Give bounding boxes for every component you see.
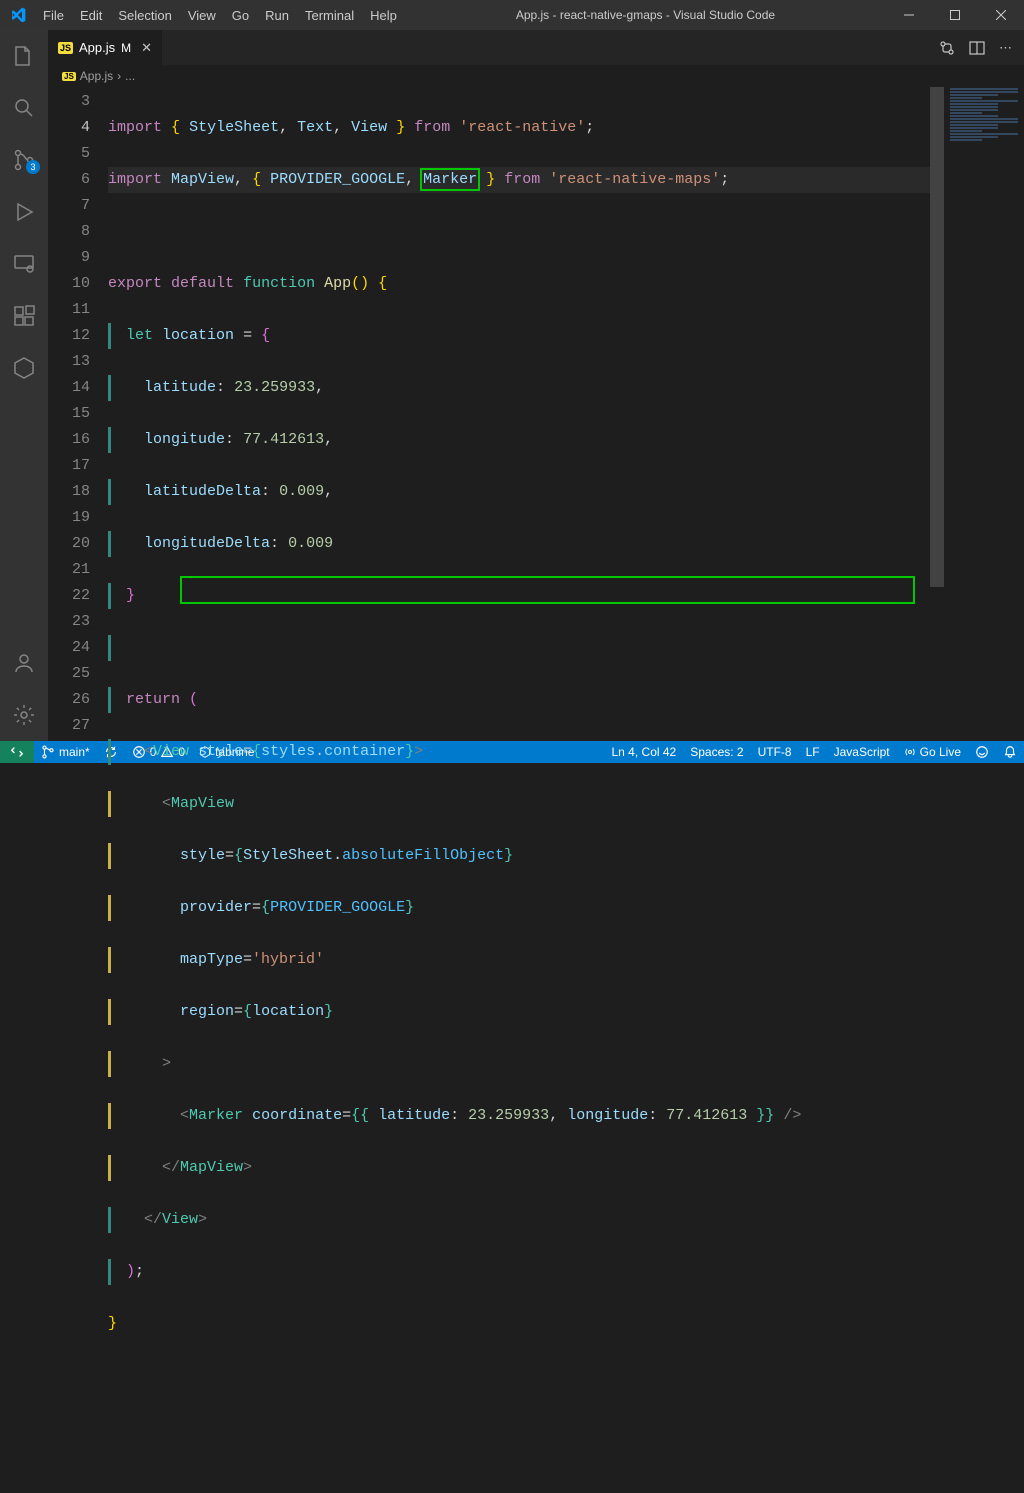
compare-changes-icon[interactable] [939, 40, 955, 56]
scm-badge: 3 [26, 160, 40, 174]
search-icon[interactable] [0, 88, 48, 128]
maximize-button[interactable] [932, 0, 978, 30]
menu-selection[interactable]: Selection [110, 0, 179, 30]
titlebar: File Edit Selection View Go Run Terminal… [0, 0, 1024, 30]
main-area: 3 JS App.js M ✕ ⋯ [0, 30, 1024, 741]
tab-close-button[interactable]: ✕ [141, 40, 152, 56]
window-controls [886, 0, 1024, 30]
line-number-gutter: 3 4 5 6 7 8 9 10 11 12 13 14 15 16 17 18… [48, 87, 108, 741]
tab-app-js[interactable]: JS App.js M ✕ [48, 30, 163, 65]
close-button[interactable] [978, 0, 1024, 30]
explorer-icon[interactable] [0, 36, 48, 76]
notifications-icon[interactable] [996, 741, 1024, 763]
remote-indicator[interactable] [0, 741, 34, 763]
menu-terminal[interactable]: Terminal [297, 0, 362, 30]
activity-bar: 3 [0, 30, 48, 741]
breadcrumb-file: App.js [80, 69, 113, 83]
tab-filename: App.js [79, 40, 115, 55]
minimize-button[interactable] [886, 0, 932, 30]
vscode-icon [0, 7, 35, 23]
code-editor[interactable]: import { StyleSheet, Text, View } from '… [108, 87, 944, 741]
accounts-icon[interactable] [0, 643, 48, 683]
editor-area: JS App.js M ✕ ⋯ JS App.js › ... 3 4 5 [48, 30, 1024, 741]
settings-gear-icon[interactable] [0, 695, 48, 735]
git-branch[interactable]: main* [34, 741, 97, 763]
menu-run[interactable]: Run [257, 0, 297, 30]
window-title: App.js - react-native-gmaps - Visual Stu… [405, 8, 886, 22]
run-debug-icon[interactable] [0, 192, 48, 232]
tab-modified-indicator: M [121, 41, 131, 55]
breadcrumb-rest: ... [125, 69, 135, 83]
breadcrumb[interactable]: JS App.js › ... [48, 65, 1024, 87]
menu-view[interactable]: View [180, 0, 224, 30]
split-editor-icon[interactable] [969, 40, 985, 56]
extensions-icon[interactable] [0, 296, 48, 336]
menu-file[interactable]: File [35, 0, 72, 30]
more-actions-icon[interactable]: ⋯ [999, 40, 1012, 56]
menu-help[interactable]: Help [362, 0, 405, 30]
menu-go[interactable]: Go [224, 0, 257, 30]
tab-actions: ⋯ [927, 30, 1024, 65]
breadcrumb-separator: › [117, 69, 121, 83]
code-container: 3 4 5 6 7 8 9 10 11 12 13 14 15 16 17 18… [48, 87, 1024, 741]
vertical-scrollbar[interactable] [930, 87, 944, 741]
js-file-icon: JS [62, 72, 76, 81]
js-file-icon: JS [58, 42, 73, 54]
tabs-row: JS App.js M ✕ ⋯ [48, 30, 1024, 65]
feedback-icon[interactable] [968, 741, 996, 763]
minimap[interactable] [944, 87, 1024, 741]
menu-bar: File Edit Selection View Go Run Terminal… [35, 0, 405, 30]
menu-edit[interactable]: Edit [72, 0, 110, 30]
remote-explorer-icon[interactable] [0, 244, 48, 284]
source-control-icon[interactable]: 3 [0, 140, 48, 180]
tabnine-icon[interactable] [0, 348, 48, 388]
highlight-annotation [180, 576, 915, 604]
